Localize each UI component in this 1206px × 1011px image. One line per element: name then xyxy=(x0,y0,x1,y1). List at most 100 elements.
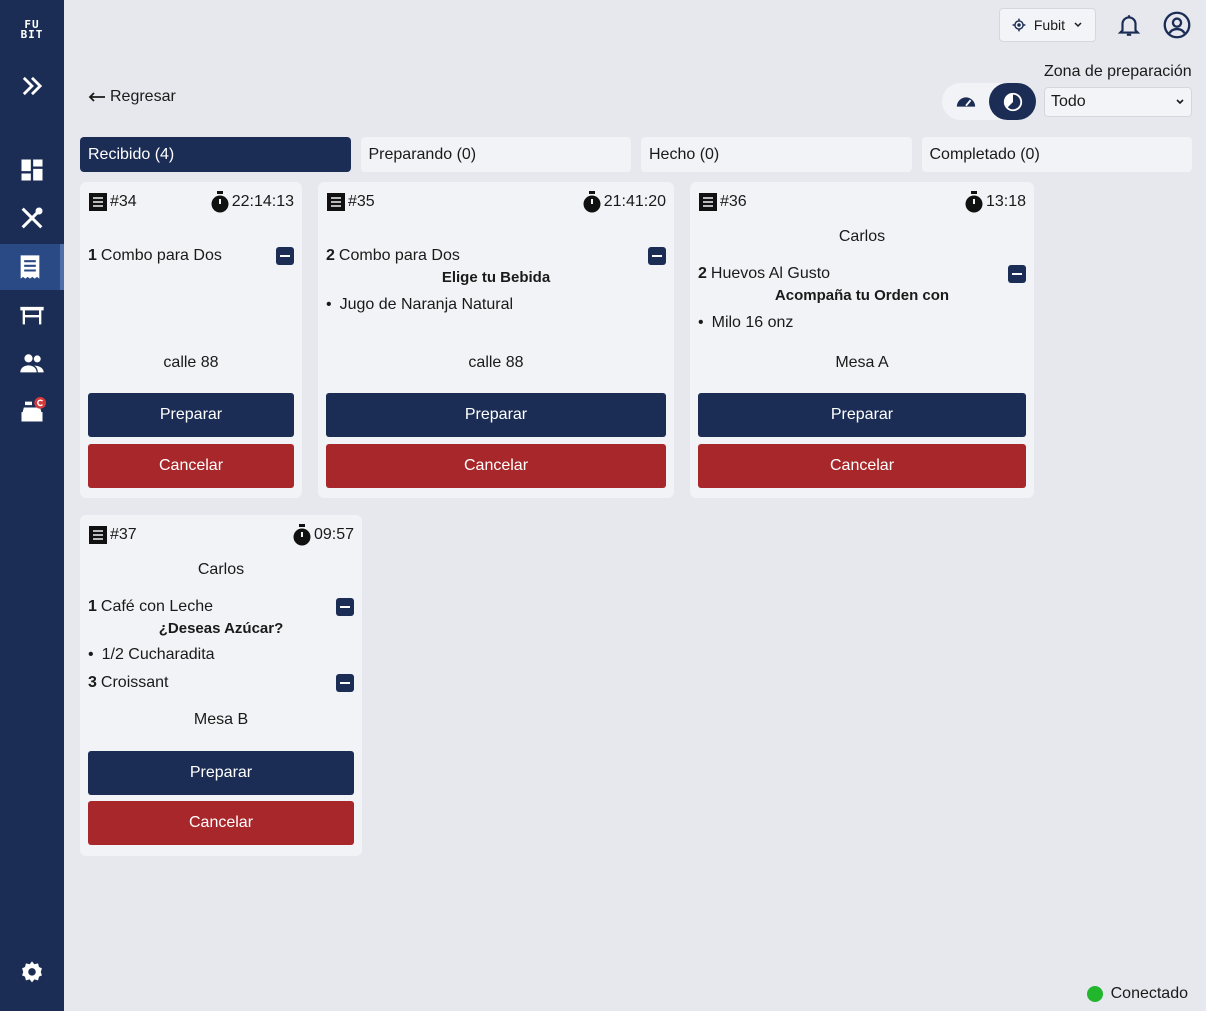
back-label: Regresar xyxy=(110,88,176,105)
receipt-icon xyxy=(327,193,345,211)
expand-sidebar-button[interactable] xyxy=(0,63,64,109)
back-link[interactable]: Regresar xyxy=(88,88,176,106)
order-location: calle 88 xyxy=(468,354,524,371)
prepare-button[interactable]: Preparar xyxy=(698,393,1026,437)
cash-register-icon xyxy=(21,397,46,422)
order-card: #36 13:18 Carlos 2 Huevos Al Gusto Acompa… xyxy=(690,182,1034,498)
order-card: #37 09:57 Carlos 1 Café con Leche ¿Deseas… xyxy=(80,515,362,856)
order-item: 1 Combo para Dos xyxy=(88,247,294,265)
item-name: Croissant xyxy=(100,674,169,691)
collapse-item-button[interactable] xyxy=(336,598,354,616)
order-timer: 09:57 xyxy=(313,526,354,543)
order-card: #35 21:41:20 2 Combo para Dos Elige tu Be… xyxy=(318,182,674,498)
order-number: #36 xyxy=(720,193,747,210)
sidebar-item-dashboard[interactable] xyxy=(0,147,64,193)
stopwatch-icon xyxy=(583,191,601,213)
modifier-group-title: Elige tu Bebida xyxy=(441,269,551,286)
receipt-icon xyxy=(699,193,717,211)
cancel-button[interactable]: Cancelar xyxy=(326,444,666,488)
business-selector[interactable]: Fubit xyxy=(998,8,1096,42)
gear-icon xyxy=(22,961,42,983)
user-circle-icon xyxy=(1163,11,1191,39)
order-location: calle 88 xyxy=(163,354,219,371)
tab-completado[interactable]: Completado (0) xyxy=(921,137,1192,172)
connection-status-label: Conectado xyxy=(1110,985,1188,1002)
timer-mode-button[interactable] xyxy=(989,83,1036,120)
zone-select[interactable]: Todo xyxy=(1044,87,1192,117)
status-tabs: Recibido (4) Preparando (0) Hecho (0) Co… xyxy=(80,137,1192,172)
sidebar-item-menu[interactable] xyxy=(0,195,64,241)
collapse-item-button[interactable] xyxy=(1008,265,1026,283)
modifier-group-title: ¿Deseas Azúcar? xyxy=(158,620,284,637)
arrow-left-icon xyxy=(88,92,105,102)
sidebar-item-customers[interactable] xyxy=(0,340,64,386)
modifier-option: 1/2 Cucharadita xyxy=(88,646,215,664)
stopwatch-icon xyxy=(211,191,229,213)
item-name: Combo para Dos xyxy=(100,247,222,264)
stopwatch-icon xyxy=(293,524,311,546)
collapse-item-button[interactable] xyxy=(336,674,354,692)
fork-knife-icon xyxy=(21,207,43,229)
order-item: 3 Croissant xyxy=(88,674,354,692)
order-header: #34 22:14:13 xyxy=(88,191,294,213)
order-number: #35 xyxy=(348,193,375,210)
order-location: Mesa B xyxy=(193,711,249,728)
collapse-item-button[interactable] xyxy=(648,247,666,265)
order-customer: Carlos xyxy=(197,561,245,578)
chevron-down-icon xyxy=(1074,22,1082,28)
tab-hecho[interactable]: Hecho (0) xyxy=(641,137,912,172)
order-header: #36 13:18 xyxy=(698,191,1026,213)
receipt-icon xyxy=(89,193,107,211)
order-item: 1 Café con Leche xyxy=(88,598,354,616)
order-location: Mesa A xyxy=(835,354,889,371)
receipt-icon xyxy=(89,526,107,544)
topbar-actions: Fubit xyxy=(998,8,1192,42)
tab-preparando[interactable]: Preparando (0) xyxy=(360,137,631,172)
cancel-button[interactable]: Cancelar xyxy=(88,444,294,488)
people-icon xyxy=(20,354,44,373)
tab-recibido[interactable]: Recibido (4) xyxy=(80,137,351,172)
order-customer: Carlos xyxy=(838,228,886,245)
item-qty: 1 xyxy=(88,247,97,264)
account-button[interactable] xyxy=(1162,10,1192,40)
status-dot-icon xyxy=(1086,986,1103,1002)
view-mode-toggle xyxy=(942,83,1036,120)
cancel-button[interactable]: Cancelar xyxy=(88,801,354,845)
item-qty: 1 xyxy=(88,598,97,615)
receipt-icon xyxy=(20,255,40,279)
item-qty: 2 xyxy=(698,265,707,282)
order-number: #34 xyxy=(110,193,137,210)
modifier-option: Jugo de Naranja Natural xyxy=(326,296,513,314)
modifier-option: Milo 16 onz xyxy=(698,314,794,332)
location-target-icon xyxy=(1012,18,1026,32)
zone-select-value: Todo xyxy=(1051,93,1086,110)
table-icon xyxy=(20,306,44,325)
prepare-button[interactable]: Preparar xyxy=(326,393,666,437)
zone-label: Zona de preparación xyxy=(1044,63,1192,80)
chevron-down-icon xyxy=(1176,99,1184,105)
sidebar-item-cash-register[interactable] xyxy=(0,388,64,434)
speed-mode-button[interactable] xyxy=(942,83,989,120)
connection-status: Conectado xyxy=(1086,985,1188,1003)
order-card: #34 22:14:13 1 Combo para Dos calle 88 Pr… xyxy=(80,182,302,498)
cancel-button[interactable]: Cancelar xyxy=(698,444,1026,488)
prepare-button[interactable]: Preparar xyxy=(88,751,354,795)
order-header: #37 09:57 xyxy=(88,524,354,546)
notifications-button[interactable] xyxy=(1114,10,1144,40)
prepare-button[interactable]: Preparar xyxy=(88,393,294,437)
order-timer: 22:14:13 xyxy=(231,193,294,210)
order-header: #35 21:41:20 xyxy=(326,191,666,213)
logo-line-2: BIT xyxy=(20,28,44,41)
item-name: Huevos Al Gusto xyxy=(710,265,831,282)
item-qty: 2 xyxy=(326,247,335,264)
sidebar-item-tables[interactable] xyxy=(0,292,64,338)
app-logo: FU BIT xyxy=(14,19,50,46)
item-name: Café con Leche xyxy=(100,598,213,615)
double-chevron-right-icon xyxy=(22,76,43,96)
sidebar-item-orders[interactable] xyxy=(0,244,64,290)
collapse-item-button[interactable] xyxy=(276,247,294,265)
bell-icon xyxy=(1117,15,1141,36)
item-qty: 3 xyxy=(88,674,97,691)
sidebar: FU BIT xyxy=(0,0,64,1011)
sidebar-item-settings[interactable] xyxy=(0,950,64,996)
